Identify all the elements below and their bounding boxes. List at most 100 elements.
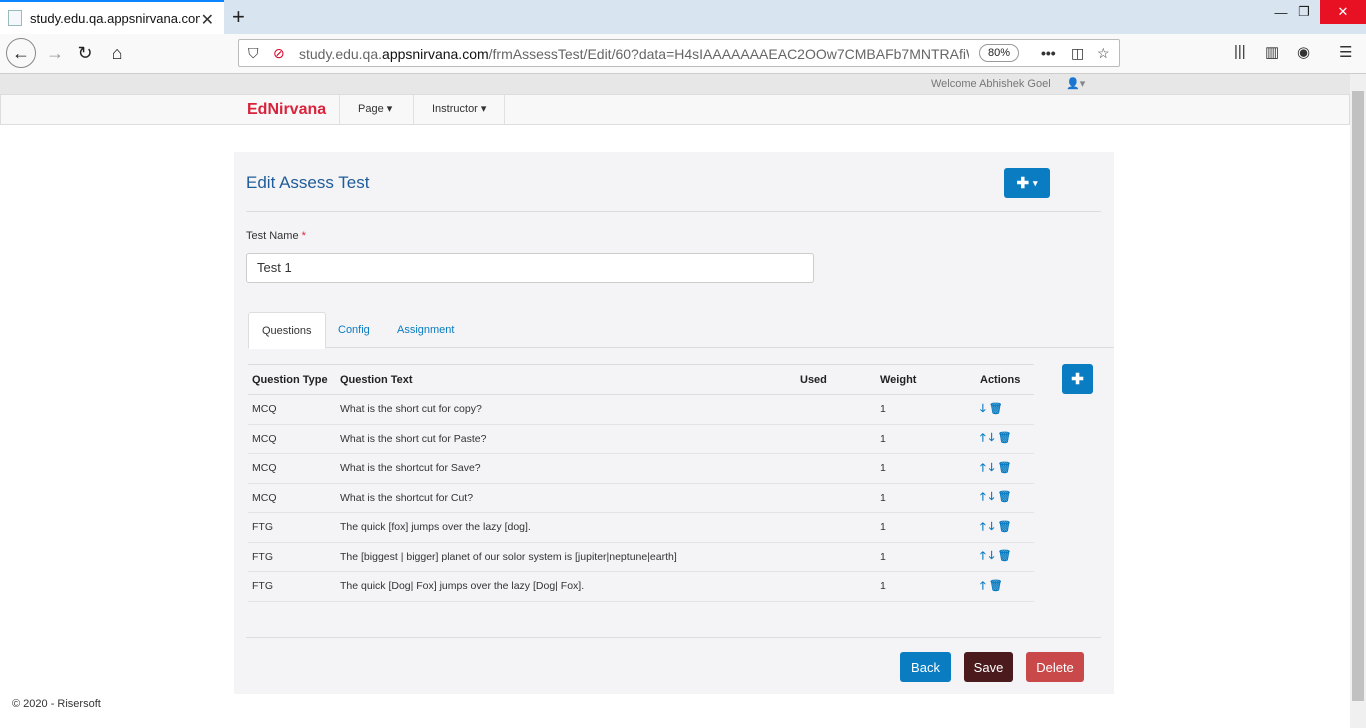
cell-used xyxy=(796,394,876,425)
cell-weight: 1 xyxy=(876,542,976,572)
test-name-input[interactable]: Test 1 xyxy=(246,253,814,283)
table-body: MCQ What is the short cut for copy? 1 🡓 🗑 MCQ… xyxy=(248,394,1034,602)
shield-icon[interactable]: ⛉ xyxy=(248,45,259,62)
url-bar[interactable]: ⛉ ⊘ study.edu.qa.appsnirvana.com/frmAsse… xyxy=(238,39,1120,67)
menu-instructor[interactable]: Instructor ▾ xyxy=(413,95,506,124)
brand-logo[interactable]: EdNirvana xyxy=(247,101,326,119)
account-icon[interactable]: ◉ xyxy=(1297,43,1310,61)
arrow-down-icon[interactable]: 🡓 xyxy=(989,429,996,448)
add-dropdown-button[interactable]: ✚ ▾ xyxy=(1004,168,1050,198)
bookmark-star-icon[interactable]: ☆ xyxy=(1097,45,1110,62)
cell-used xyxy=(796,424,876,454)
arrow-up-icon[interactable]: 🡑 xyxy=(980,459,987,478)
col-weight[interactable]: Weight xyxy=(876,364,976,395)
footer-text: © 2020 - Risersoft xyxy=(12,698,101,710)
tab-bar: Questions Config Assignment xyxy=(248,312,1114,349)
cell-weight: 1 xyxy=(876,571,976,602)
divider xyxy=(246,211,1101,212)
sidebar-icon[interactable]: ▥ xyxy=(1265,43,1279,61)
cell-actions: 🡑 🡓 🗑 xyxy=(976,483,1034,513)
arrow-up-icon[interactable]: 🡑 xyxy=(980,518,987,537)
home-icon[interactable]: ⌂ xyxy=(102,38,132,68)
page-icon xyxy=(8,10,22,26)
library-icon[interactable]: ||| xyxy=(1234,43,1246,60)
menu-page[interactable]: Page ▾ xyxy=(339,95,410,124)
arrow-down-icon[interactable]: 🡓 xyxy=(989,488,996,507)
cell-used xyxy=(796,453,876,484)
cell-type: FTG xyxy=(248,512,336,543)
page-title: Edit Assess Test xyxy=(246,173,370,192)
tab-title: study.edu.qa.appsnirvana.com/ xyxy=(30,10,200,26)
new-tab-icon[interactable]: + xyxy=(232,4,245,30)
cell-text: What is the shortcut for Cut? xyxy=(336,483,796,513)
trash-icon[interactable]: 🗑 xyxy=(997,431,1012,444)
more-actions-icon[interactable]: ••• xyxy=(1041,45,1056,61)
col-question-type[interactable]: Question Type xyxy=(248,364,336,395)
table-row: FTG The quick [fox] jumps over the lazy [… xyxy=(248,512,1034,543)
tab-assignment[interactable]: Assignment xyxy=(384,312,467,348)
col-actions: Actions xyxy=(976,364,1034,395)
trash-icon[interactable]: 🗑 xyxy=(997,461,1012,474)
tab-questions[interactable]: Questions xyxy=(248,312,326,349)
test-name-label: Test Name * xyxy=(246,230,306,242)
cell-weight: 1 xyxy=(876,512,976,543)
zoom-level[interactable]: 80% xyxy=(979,44,1019,62)
cell-used xyxy=(796,512,876,543)
scrollbar[interactable] xyxy=(1350,74,1366,728)
table-row: MCQ What is the shortcut for Save? 1 🡑 🡓 🗑 xyxy=(248,453,1034,484)
table-row: FTG The quick [Dog| Fox] jumps over the l… xyxy=(248,571,1034,602)
window-close-icon[interactable]: ✕ xyxy=(1320,0,1366,24)
trash-icon[interactable]: 🗑 xyxy=(997,490,1012,503)
arrow-down-icon[interactable]: 🡓 xyxy=(989,547,996,566)
pocket-icon[interactable]: ◫ xyxy=(1071,45,1084,62)
cell-type: MCQ xyxy=(248,424,336,454)
cell-actions: 🡑 🡓 🗑 xyxy=(976,424,1034,454)
cell-weight: 1 xyxy=(876,453,976,484)
arrow-down-icon[interactable]: 🡓 xyxy=(989,518,996,537)
app-navbar: EdNirvana Page ▾ Instructor ▾ xyxy=(0,94,1350,125)
trash-icon[interactable]: 🗑 xyxy=(997,520,1012,533)
cell-text: What is the short cut for copy? xyxy=(336,394,796,425)
trash-icon[interactable]: 🗑 xyxy=(989,579,1004,592)
col-question-text[interactable]: Question Text xyxy=(336,364,796,395)
cell-type: MCQ xyxy=(248,394,336,425)
arrow-down-icon[interactable]: 🡓 xyxy=(989,459,996,478)
arrow-up-icon[interactable]: 🡑 xyxy=(980,547,987,566)
arrow-down-icon[interactable]: 🡓 xyxy=(980,400,987,419)
col-used[interactable]: Used xyxy=(796,364,876,395)
arrow-up-icon[interactable]: 🡑 xyxy=(980,577,987,596)
forward-arrow-icon[interactable]: → xyxy=(40,38,70,68)
edit-test-panel: Edit Assess Test ✚ ▾ Test Name * Test 1 … xyxy=(234,152,1114,694)
url-text[interactable]: study.edu.qa.appsnirvana.com/frmAssessTe… xyxy=(299,46,969,62)
scrollbar-thumb[interactable] xyxy=(1352,91,1364,701)
cell-text: The quick [fox] jumps over the lazy [dog… xyxy=(336,512,796,543)
user-icon[interactable]: 👤▾ xyxy=(1066,77,1085,90)
arrow-up-icon[interactable]: 🡑 xyxy=(980,429,987,448)
browser-tab[interactable]: study.edu.qa.appsnirvana.com/ ✕ xyxy=(0,0,224,34)
welcome-text: Welcome Abhishek Goel xyxy=(931,78,1051,90)
arrow-up-icon[interactable]: 🡑 xyxy=(980,488,987,507)
tab-config[interactable]: Config xyxy=(325,312,383,348)
cell-used xyxy=(796,483,876,513)
cell-type: FTG xyxy=(248,542,336,572)
cell-type: MCQ xyxy=(248,483,336,513)
cell-weight: 1 xyxy=(876,394,976,425)
trash-icon[interactable]: 🗑 xyxy=(997,549,1012,562)
add-question-button[interactable]: ✚ xyxy=(1062,364,1093,394)
cell-weight: 1 xyxy=(876,483,976,513)
table-row: MCQ What is the short cut for copy? 1 🡓 🗑 xyxy=(248,394,1034,425)
save-button[interactable]: Save xyxy=(964,652,1013,682)
welcome-bar: Welcome Abhishek Goel 👤▾ xyxy=(0,74,1350,94)
delete-button[interactable]: Delete xyxy=(1026,652,1084,682)
insecure-lock-icon[interactable]: ⊘ xyxy=(273,45,285,62)
table-row: MCQ What is the short cut for Paste? 1 🡑 🡓 🗑 xyxy=(248,424,1034,454)
back-arrow-icon[interactable]: ← xyxy=(6,38,36,68)
cell-used xyxy=(796,571,876,602)
browser-tab-bar: study.edu.qa.appsnirvana.com/ ✕ + — ❐ ✕ xyxy=(0,0,1366,34)
close-icon[interactable]: ✕ xyxy=(201,10,214,30)
table-row: MCQ What is the shortcut for Cut? 1 🡑 🡓 🗑 xyxy=(248,483,1034,513)
trash-icon[interactable]: 🗑 xyxy=(989,402,1004,415)
reload-icon[interactable]: ↻ xyxy=(70,38,100,68)
menu-icon[interactable]: ☰ xyxy=(1339,43,1352,61)
back-button[interactable]: Back xyxy=(900,652,951,682)
